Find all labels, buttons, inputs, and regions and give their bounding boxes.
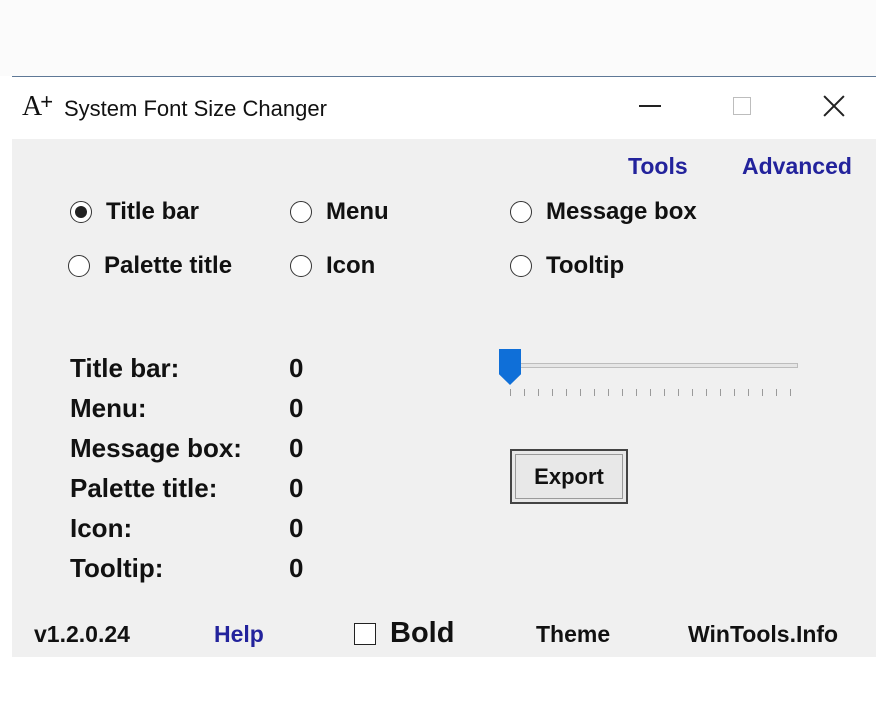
slider-tick <box>608 389 609 396</box>
slider-thumb[interactable] <box>499 349 521 385</box>
radio-circle <box>510 255 532 277</box>
size-value-palette-title: 0 <box>289 473 304 503</box>
minimize-button[interactable] <box>604 77 696 135</box>
slider-tick <box>524 389 525 396</box>
slider-tick <box>664 389 665 396</box>
radio-circle <box>290 201 312 223</box>
radio-label: Palette title <box>104 252 233 279</box>
checkbox-box[interactable] <box>354 622 376 645</box>
font-size-slider[interactable] <box>486 347 802 407</box>
title-bar[interactable]: A+ System Font Size Changer <box>12 77 876 139</box>
bold-checkbox[interactable]: Bold <box>354 617 454 650</box>
app-font-icon: A+ <box>22 89 53 122</box>
slider-tick <box>748 389 749 396</box>
slider-tick <box>762 389 763 396</box>
slider-tick <box>510 389 511 396</box>
radio-icon[interactable]: Icon <box>290 252 375 280</box>
help-link[interactable]: Help <box>214 621 264 648</box>
slider-tick <box>678 389 679 396</box>
size-label-message-box: Message box: <box>70 433 242 463</box>
radio-selected-dot <box>75 206 87 218</box>
theme-link[interactable]: Theme <box>536 621 610 648</box>
maximize-button[interactable] <box>696 77 788 135</box>
slider-tick <box>720 389 721 396</box>
radio-circle <box>68 255 90 277</box>
radio-menu[interactable]: Menu <box>290 198 389 226</box>
radio-message-box[interactable]: Message box <box>510 198 697 226</box>
slider-tick <box>594 389 595 396</box>
slider-tick <box>776 389 777 396</box>
slider-tick <box>692 389 693 396</box>
slider-tick <box>552 389 553 396</box>
radio-tooltip[interactable]: Tooltip <box>510 252 624 280</box>
maximize-icon <box>733 97 751 115</box>
size-value-message-box: 0 <box>289 433 304 463</box>
radio-palette-title[interactable]: Palette title <box>68 252 232 280</box>
size-label-menu: Menu: <box>70 393 147 423</box>
slider-tick <box>566 389 567 396</box>
export-button[interactable]: Export <box>510 449 628 504</box>
export-button-label: Export <box>534 463 604 489</box>
slider-tick <box>790 389 791 396</box>
radio-circle <box>290 255 312 277</box>
size-label-icon: Icon: <box>70 513 133 543</box>
top-background <box>0 0 876 76</box>
slider-tick <box>734 389 735 396</box>
slider-track[interactable] <box>500 363 798 368</box>
window-title: System Font Size Changer <box>64 96 327 121</box>
slider-tick <box>622 389 623 396</box>
size-value-tooltip: 0 <box>289 553 304 583</box>
bold-label: Bold <box>390 617 455 649</box>
size-value-title-bar: 0 <box>289 353 304 383</box>
size-label-palette-title: Palette title: <box>70 473 218 503</box>
version-text: v1.2.0.24 <box>34 621 130 647</box>
close-icon <box>822 94 846 118</box>
close-button[interactable] <box>788 77 876 135</box>
app-window: A+ System Font Size Changer Tools Advanc… <box>12 76 876 657</box>
size-label-tooltip: Tooltip: <box>70 553 164 583</box>
slider-tick <box>580 389 581 396</box>
radio-circle <box>70 201 92 223</box>
slider-tick <box>706 389 707 396</box>
wintools-link[interactable]: WinTools.Info <box>688 621 838 648</box>
slider-tick <box>650 389 651 396</box>
minimize-icon <box>639 105 661 107</box>
advanced-link[interactable]: Advanced <box>742 153 852 180</box>
size-label-title-bar: Title bar: <box>70 353 180 383</box>
radio-label: Message box <box>546 198 697 225</box>
slider-tick <box>538 389 539 396</box>
slider-tick <box>636 389 637 396</box>
size-value-menu: 0 <box>289 393 304 423</box>
radio-label: Title bar <box>106 198 199 225</box>
size-value-icon: 0 <box>289 513 304 543</box>
radio-label: Tooltip <box>546 252 625 279</box>
radio-label: Menu <box>326 198 389 225</box>
radio-label: Icon <box>326 252 376 279</box>
radio-title-bar[interactable]: Title bar <box>70 198 199 226</box>
radio-circle <box>510 201 532 223</box>
tools-link[interactable]: Tools <box>628 153 688 180</box>
